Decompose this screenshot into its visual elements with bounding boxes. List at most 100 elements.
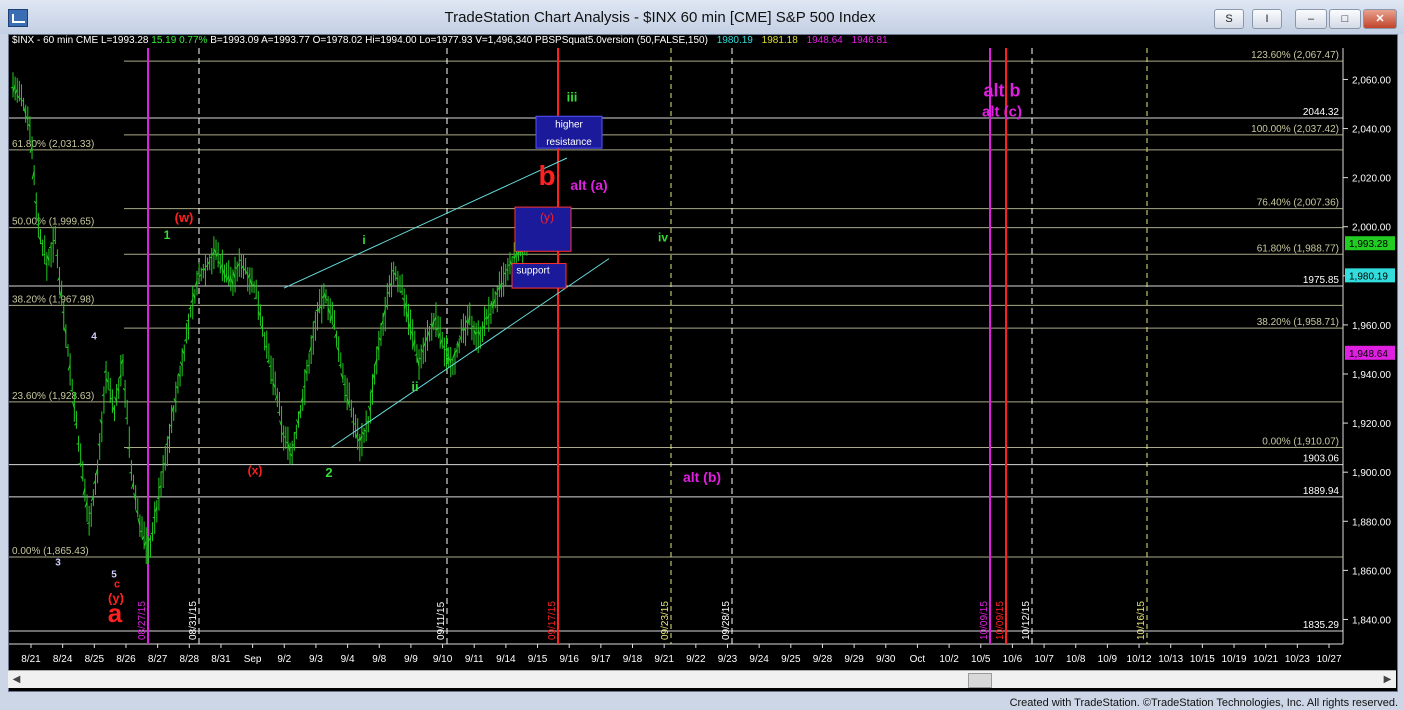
x-tick-label: Sep [244,654,262,665]
price-bar-tick [306,364,310,367]
price-bar-tick [366,420,369,423]
x-tick-label: 8/26 [116,654,136,665]
zone-label: support [516,266,550,277]
x-tick-label: 10/12 [1127,654,1152,665]
vertical-date-label: 09/28/15 [721,601,732,640]
chart-background [9,48,1395,670]
value-tag-label: 1,948.64 [1349,349,1388,360]
x-tick-label: 8/21 [21,654,41,665]
close-button[interactable]: ✕ [1363,9,1397,29]
wave-label: alt (a) [570,177,607,193]
x-tick-label: 9/18 [623,654,643,665]
maximize-button[interactable]: □ [1329,9,1361,29]
wave-label: 1 [164,228,171,242]
x-tick-label: 9/16 [559,654,579,665]
wave-label: alt (b) [683,469,721,485]
x-tick-label: 10/13 [1158,654,1183,665]
x-tick-label: 8/28 [180,654,200,665]
x-tick-label: 9/30 [876,654,896,665]
price-bar-tick [429,323,432,326]
horizontal-level-label: 61.80% (1,988.77) [1257,243,1339,254]
horizontal-level-label: 1903.06 [1303,454,1340,465]
horizontal-level-label: 50.00% (1,999.65) [12,217,94,228]
x-tick-label: 9/9 [404,654,418,665]
copyright-footer: Created with TradeStation. ©TradeStation… [1009,697,1398,709]
price-bar-tick [344,394,348,397]
price-bar-tick [338,364,341,366]
price-bar-tick [209,256,212,259]
horizontal-level-label: 0.00% (1,910.07) [1262,436,1339,447]
price-bar-tick [283,436,286,438]
pct-change: 0.77% [179,35,208,46]
x-tick-label: 9/24 [749,654,769,665]
indicator-value-2: 1981.18 [761,35,798,46]
x-tick-label: 9/23 [718,654,738,665]
volume: V=1,496,340 [475,35,533,46]
x-tick-label: 10/2 [939,654,959,665]
window-title: TradeStation Chart Analysis - $INX 60 mi… [444,9,876,26]
x-tick-label: 10/6 [1003,654,1023,665]
scroll-left-icon[interactable]: ◀ [10,673,23,686]
price-bar-tick [76,443,79,445]
s-menu-button[interactable]: S [1214,9,1244,29]
symbol-status-line: $INX - 60 min CME L=1993.28 15.19 0.77% … [12,35,888,48]
y-tick-label: 1,880.00 [1352,517,1391,528]
bid-price: B=1993.09 [210,35,259,46]
scroll-thumb[interactable] [968,673,992,688]
wave-label: b [538,160,555,191]
title-bar[interactable]: TradeStation Chart Analysis - $INX 60 mi… [0,0,1404,34]
price-bar-tick [471,325,475,328]
x-tick-label: 9/28 [813,654,833,665]
x-tick-label: 10/27 [1316,654,1341,665]
y-tick-label: 1,840.00 [1352,615,1391,626]
price-chart[interactable]: 1,840.00 1,860.00 1,880.00 1,900.00 1,920.00… [9,48,1395,670]
price-bar-tick [349,408,352,411]
scroll-right-icon[interactable]: ▶ [1381,673,1394,686]
indicator-value-3: 1948.64 [806,35,843,46]
price-bar-tick [19,98,22,100]
net-change: 15.19 [151,35,177,46]
horizontal-level-label: 1889.94 [1303,486,1340,497]
x-tick-label: 8/27 [148,654,168,665]
x-tick-label: 9/4 [341,654,355,665]
value-tag-label: 1,993.28 [1349,239,1388,250]
x-tick-label: 9/14 [496,654,516,665]
wave-label: 4 [91,332,97,343]
x-tick-label: 10/5 [971,654,991,665]
horizontal-level-label: 76.40% (2,007.36) [1257,198,1339,209]
value-tag-label: 1,980.19 [1349,271,1388,282]
wave-label: ii [411,379,418,394]
app-window: TradeStation Chart Analysis - $INX 60 mi… [0,0,1404,710]
wave-label: iii [567,90,578,105]
price-bar-tick [163,462,166,465]
x-tick-label: 8/24 [53,654,73,665]
vertical-date-label: 08/31/15 [188,601,199,640]
i-menu-button[interactable]: I [1252,9,1282,29]
wave-label: 2 [325,465,332,480]
vertical-date-label: 09/23/15 [660,601,671,640]
price-bar-tick [70,389,73,392]
x-tick-label: 9/3 [309,654,323,665]
high-price: Hi=1994.00 [365,35,417,46]
y-tick-label: 2,060.00 [1352,75,1391,86]
x-tick-label: 10/19 [1222,654,1247,665]
y-tick-label: 2,040.00 [1352,125,1391,136]
x-tick-label: 9/21 [654,654,674,665]
x-tick-label: 9/2 [277,654,291,665]
indicator-value-1: 1980.19 [716,35,753,46]
vertical-date-label: 10/09/15 [995,601,1006,640]
horizontal-level-label: 38.20% (1,958.71) [1257,317,1339,328]
price-bar-tick [125,417,128,419]
vertical-date-label: 10/12/15 [1021,601,1032,640]
minimize-button[interactable]: – [1295,9,1327,29]
horizontal-scrollbar[interactable]: ◀ ▶ [8,670,1396,688]
x-tick-label: 9/29 [844,654,864,665]
x-tick-label: 9/10 [433,654,453,665]
x-tick-label: 8/25 [85,654,105,665]
horizontal-level-label: 23.60% (1,928.63) [12,391,94,402]
wave-label: alt b [983,81,1020,101]
x-tick-label: 10/9 [1098,654,1118,665]
y-tick-label: 1,940.00 [1352,370,1391,381]
indicator-name: PBSPSquat5.0version (50,FALSE,150) [535,35,708,46]
wave-label: 3 [55,557,61,568]
